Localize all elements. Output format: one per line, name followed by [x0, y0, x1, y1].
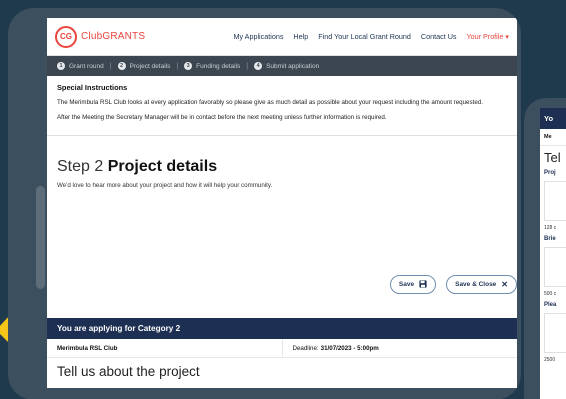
step-title: Project details: [107, 157, 218, 175]
deadline-label: Deadline:: [292, 344, 319, 352]
char-count-1: 128 c: [544, 225, 557, 231]
step-project-details[interactable]: 2 Project details: [117, 62, 171, 70]
category-info-row: Merimbula RSL Club Deadline: 31/07/2023 …: [47, 339, 517, 358]
step-number: 4: [254, 62, 263, 70]
field-label-brief: Brie: [544, 236, 556, 242]
project-section-heading: Tell us about the project: [57, 364, 200, 379]
save-button[interactable]: Save: [389, 275, 437, 294]
step-number: 1: [57, 62, 65, 70]
logo-mark-text: CG: [60, 32, 72, 41]
special-instructions-title: Special Instructions: [57, 83, 128, 92]
page-title: Step 2 Project details: [47, 136, 517, 176]
category-banner: You are applying for Category 2: [47, 318, 517, 339]
field-label-please: Plea: [544, 302, 557, 308]
top-navigation: CG ClubGRANTS My Applications Help Find …: [47, 18, 517, 56]
page-subtitle: We'd love to hear more about your projec…: [57, 181, 273, 189]
step-separator: |: [176, 62, 179, 70]
form-actions: Save Save & Close ✕: [389, 275, 517, 294]
tablet-screen: CG ClubGRANTS My Applications Help Find …: [47, 18, 517, 388]
step-separator: |: [109, 62, 112, 70]
special-instructions-text-2: After the Meeting the Secretary Manager …: [57, 114, 387, 122]
tablet-side-button: [36, 186, 45, 289]
club-name: Merimbula RSL Club: [47, 339, 283, 357]
step-number: 2: [117, 62, 126, 70]
second-category-banner: Yo: [540, 108, 566, 129]
nav-links: My Applications Help Find Your Local Gra…: [233, 32, 509, 41]
step-label: Grant round: [69, 62, 104, 70]
field-label-project: Proj: [544, 170, 556, 176]
second-tablet-frame: Yo Me Tel Proj 128 c Brie 500 c Plea 250…: [524, 98, 566, 399]
special-instructions: Special Instructions The Merimbula RSL C…: [47, 76, 517, 136]
step-prefix: Step 2: [57, 157, 104, 175]
nav-link-help[interactable]: Help: [293, 32, 308, 41]
save-close-button[interactable]: Save & Close ✕: [446, 275, 517, 294]
step-label: Submit application: [266, 62, 320, 70]
step-number: 3: [184, 62, 193, 70]
step-label: Project details: [129, 62, 171, 70]
details-input[interactable]: [544, 313, 566, 353]
logo-text: ClubGRANTS: [81, 31, 146, 42]
step-grant-round[interactable]: 1 Grant round: [57, 62, 104, 70]
nav-link-contact-us[interactable]: Contact Us: [421, 32, 457, 41]
close-icon: ✕: [501, 280, 508, 289]
nav-link-my-applications[interactable]: My Applications: [233, 32, 283, 41]
step-label: Funding details: [196, 62, 241, 70]
profile-menu[interactable]: Your Profile ▾: [466, 32, 509, 41]
step-funding-details[interactable]: 3 Funding details: [184, 62, 240, 70]
second-project-heading: Tel: [544, 150, 561, 165]
step-submit-application[interactable]: 4 Submit application: [254, 62, 319, 70]
brief-description-input[interactable]: [544, 247, 566, 287]
save-label: Save: [398, 281, 415, 288]
chevron-down-icon: ▾: [505, 32, 509, 41]
char-count-3: 2500: [544, 357, 556, 363]
step-separator: |: [246, 62, 249, 70]
project-name-input[interactable]: [544, 181, 566, 221]
nav-link-find-grant-round[interactable]: Find Your Local Grant Round: [318, 32, 411, 41]
profile-label: Your Profile: [466, 32, 504, 41]
tablet-frame: CG ClubGRANTS My Applications Help Find …: [8, 8, 521, 399]
clubgrants-logo[interactable]: CG ClubGRANTS: [55, 25, 146, 48]
save-close-label: Save & Close: [455, 281, 497, 288]
second-info-row: Me: [540, 129, 566, 146]
steps-progress-bar: 1 Grant round | 2 Project details | 3 Fu…: [47, 56, 517, 76]
logo-icon: CG: [55, 25, 77, 48]
second-tablet-screen: Yo Me Tel Proj 128 c Brie 500 c Plea 250…: [540, 108, 566, 399]
deadline-value: 31/07/2023 - 5:00pm: [320, 344, 379, 352]
save-icon: [419, 279, 427, 290]
char-count-2: 500 c: [544, 291, 557, 297]
deadline: Deadline: 31/07/2023 - 5:00pm: [283, 339, 518, 357]
special-instructions-text-1: The Merimbula RSL Club looks at every ap…: [57, 99, 483, 106]
